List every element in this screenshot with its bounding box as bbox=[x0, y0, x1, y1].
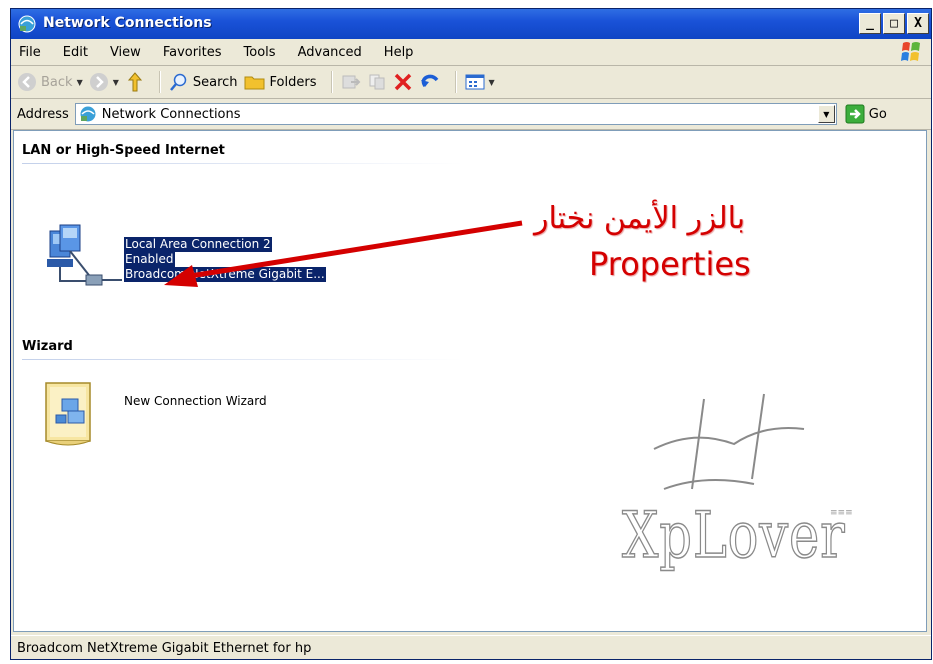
toolbar-separator bbox=[454, 71, 457, 93]
menu-favorites[interactable]: Favorites bbox=[152, 45, 233, 60]
undo-icon bbox=[420, 74, 438, 87]
back-dropdown-icon[interactable]: ▼ bbox=[77, 78, 83, 87]
annotation-english: Properties bbox=[589, 245, 751, 283]
address-label: Address bbox=[17, 106, 69, 122]
up-button[interactable] bbox=[125, 71, 145, 93]
address-dropdown-icon[interactable]: ▼ bbox=[817, 105, 835, 123]
views-button[interactable]: ▼ bbox=[465, 73, 495, 91]
status-text: Broadcom NetXtreme Gigabit Ethernet for … bbox=[17, 640, 312, 656]
search-button[interactable]: Search bbox=[169, 72, 238, 92]
annotation-arrow bbox=[164, 220, 523, 287]
minimize-button[interactable]: _ bbox=[859, 13, 881, 34]
address-field[interactable]: Network Connections ▼ bbox=[74, 103, 837, 125]
views-dropdown-icon[interactable]: ▼ bbox=[489, 78, 495, 87]
search-icon bbox=[169, 73, 187, 91]
folders-label: Folders bbox=[269, 74, 317, 90]
close-button[interactable]: X bbox=[907, 13, 929, 34]
copy-to-button[interactable] bbox=[367, 73, 387, 91]
up-folder-icon bbox=[127, 72, 142, 92]
maximize-button[interactable]: □ bbox=[883, 13, 905, 34]
menu-edit[interactable]: Edit bbox=[52, 45, 99, 60]
forward-button[interactable]: ▼ bbox=[89, 72, 119, 92]
lan-connection-icon bbox=[47, 224, 122, 286]
watermark-small-text: ≡≡≡ bbox=[830, 508, 853, 518]
search-label: Search bbox=[192, 74, 238, 90]
delete-button[interactable] bbox=[393, 72, 413, 92]
windows-flag-watermark bbox=[653, 393, 805, 490]
lan-connection-item[interactable] bbox=[42, 221, 122, 301]
views-icon bbox=[465, 74, 484, 90]
address-bar: Address Network Connections ▼ Go bbox=[11, 99, 931, 130]
watermark-text: XpLover bbox=[621, 498, 846, 574]
menu-tools[interactable]: Tools bbox=[233, 45, 287, 60]
menu-file[interactable]: File bbox=[11, 45, 52, 60]
back-button[interactable]: Back ▼ bbox=[17, 72, 83, 92]
folders-icon bbox=[244, 76, 265, 90]
group-header-lan: LAN or High-Speed Internet bbox=[22, 143, 462, 164]
menu-help[interactable]: Help bbox=[373, 45, 425, 60]
network-connections-icon bbox=[18, 15, 36, 33]
address-value: Network Connections bbox=[101, 106, 241, 122]
menu-view[interactable]: View bbox=[99, 45, 152, 60]
content-area: LAN or High-Speed Internet Local Area Co… bbox=[13, 130, 927, 632]
undo-button[interactable] bbox=[419, 72, 441, 92]
back-arrow-icon bbox=[18, 73, 36, 91]
group-header-wizard: Wizard bbox=[22, 339, 462, 360]
folders-button[interactable]: Folders bbox=[244, 73, 317, 91]
toolbar: Back ▼ ▼ Search Folders ▼ bbox=[11, 66, 931, 99]
delete-x-icon bbox=[394, 73, 411, 91]
new-connection-wizard-icon bbox=[45, 382, 91, 446]
toolbar-separator bbox=[330, 71, 333, 93]
toolbar-separator bbox=[158, 71, 161, 93]
new-connection-wizard-label[interactable]: New Connection Wizard bbox=[124, 394, 267, 408]
new-connection-wizard-item[interactable] bbox=[42, 375, 112, 465]
copy-to-icon bbox=[369, 74, 384, 90]
move-to-icon bbox=[342, 75, 360, 89]
window-title: Network Connections bbox=[43, 15, 212, 31]
go-label: Go bbox=[868, 106, 887, 122]
windows-logo-icon bbox=[901, 42, 920, 61]
network-connections-icon bbox=[80, 106, 96, 122]
back-label: Back bbox=[41, 74, 73, 90]
menu-advanced[interactable]: Advanced bbox=[287, 45, 373, 60]
forward-dropdown-icon[interactable]: ▼ bbox=[113, 78, 119, 87]
status-bar: Broadcom NetXtreme Gigabit Ethernet for … bbox=[11, 635, 931, 660]
menu-bar: File Edit View Favorites Tools Advanced … bbox=[11, 39, 931, 66]
forward-arrow-icon bbox=[89, 73, 108, 91]
move-to-button[interactable] bbox=[341, 73, 361, 91]
go-arrow-icon bbox=[845, 104, 865, 124]
go-button[interactable]: Go bbox=[845, 104, 887, 124]
title-bar[interactable]: Network Connections _ □ X bbox=[11, 9, 931, 39]
annotation-arabic: بالزر الأيمن نختار bbox=[534, 201, 746, 236]
explorer-window: Network Connections _ □ X File Edit View… bbox=[10, 8, 932, 660]
